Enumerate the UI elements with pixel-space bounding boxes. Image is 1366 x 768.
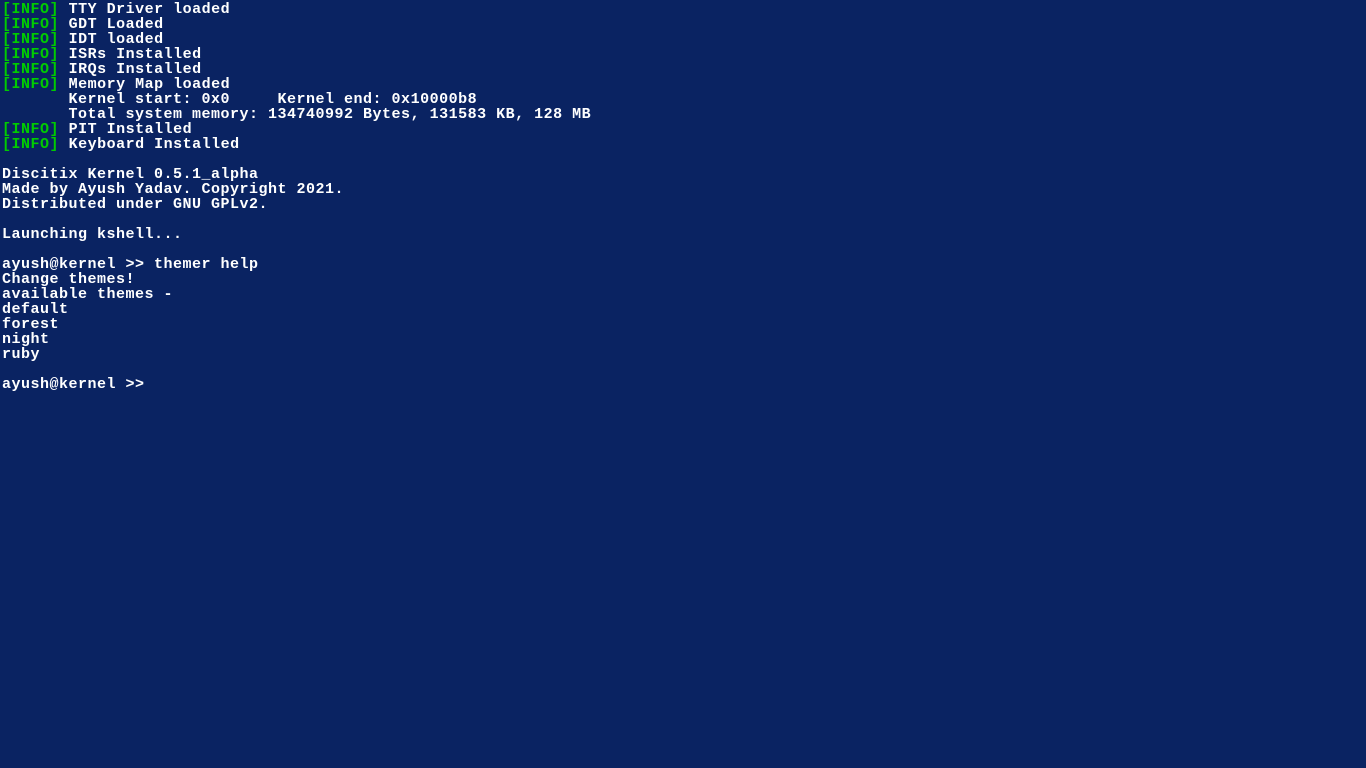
- shell-prompt-line: ayush@kernel >> themer help: [2, 257, 1366, 272]
- blank-line: [2, 152, 1366, 167]
- boot-line: [INFO] Memory Map loaded: [2, 77, 1366, 92]
- banner-line: Made by Ayush Yadav. Copyright 2021.: [2, 182, 1366, 197]
- shell-prompt-active[interactable]: ayush@kernel >>: [2, 377, 1366, 392]
- banner-line: Distributed under GNU GPLv2.: [2, 197, 1366, 212]
- theme-item: night: [2, 332, 1366, 347]
- memory-detail: Kernel start: 0x0 Kernel end: 0x10000b8: [2, 92, 1366, 107]
- banner-line: Discitix Kernel 0.5.1_alpha: [2, 167, 1366, 182]
- memory-detail: Total system memory: 134740992 Bytes, 13…: [2, 107, 1366, 122]
- shell-prompt: ayush@kernel >>: [2, 376, 154, 393]
- boot-line: [INFO] PIT Installed: [2, 122, 1366, 137]
- shell-command: themer help: [154, 256, 259, 273]
- bracket-close: ]: [50, 136, 60, 153]
- launching-line: Launching kshell...: [2, 227, 1366, 242]
- boot-line: [INFO] GDT Loaded: [2, 17, 1366, 32]
- theme-item: ruby: [2, 347, 1366, 362]
- blank-line: [2, 362, 1366, 377]
- boot-line: [INFO] ISRs Installed: [2, 47, 1366, 62]
- theme-item: forest: [2, 317, 1366, 332]
- boot-line: [INFO] TTY Driver loaded: [2, 2, 1366, 17]
- boot-line: [INFO] Keyboard Installed: [2, 137, 1366, 152]
- boot-message: Keyboard Installed: [69, 136, 240, 153]
- theme-item: default: [2, 302, 1366, 317]
- output-available: available themes -: [2, 287, 1366, 302]
- output-title: Change themes!: [2, 272, 1366, 287]
- terminal-output: [INFO] TTY Driver loaded [INFO] GDT Load…: [2, 2, 1366, 392]
- blank-line: [2, 242, 1366, 257]
- info-tag: INFO: [12, 136, 50, 153]
- boot-line: [INFO] IDT loaded: [2, 32, 1366, 47]
- boot-line: [INFO] IRQs Installed: [2, 62, 1366, 77]
- blank-line: [2, 212, 1366, 227]
